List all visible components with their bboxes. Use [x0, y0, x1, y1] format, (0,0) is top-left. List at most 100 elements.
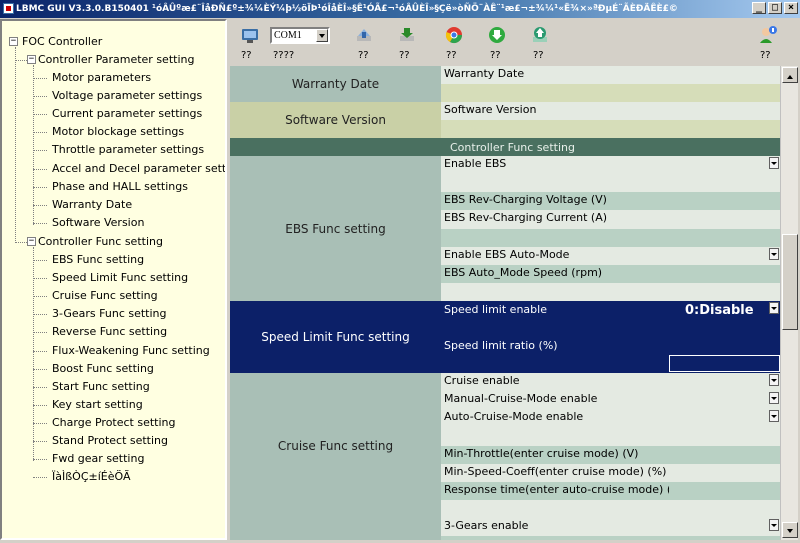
param-value-cell[interactable]	[669, 463, 780, 482]
param-label: Warranty Date	[444, 67, 525, 80]
tree-item[interactable]: Phase and HALL settings	[52, 180, 188, 194]
dropdown-arrow-icon[interactable]	[769, 374, 779, 386]
tree-item[interactable]: Fwd gear setting	[52, 452, 144, 466]
chevron-down-icon[interactable]	[316, 29, 328, 42]
param-value-cell	[669, 84, 780, 102]
param-value-cell	[669, 282, 780, 301]
speed-limit-ratio-input[interactable]	[669, 355, 780, 372]
tree-item[interactable]: Current parameter settings	[52, 107, 202, 121]
close-button[interactable]: ×	[784, 2, 798, 14]
speed-limit-ratio-cell	[669, 337, 780, 373]
tree-connector	[33, 222, 47, 224]
tree-item[interactable]: Motor parameters	[52, 71, 151, 85]
tree-item[interactable]: Charge Protect setting	[52, 416, 176, 430]
param-label-cell: Warranty Date	[441, 66, 669, 84]
param-value-cell[interactable]	[669, 373, 780, 392]
read-icon[interactable]	[354, 25, 374, 45]
param-label-cell	[441, 174, 669, 193]
tree-item[interactable]: ÏàÌßÒÇ±íÉèÖÃ	[52, 470, 130, 484]
param-label-cell: EBS Rev-Charging Voltage (V)	[441, 192, 669, 211]
dropdown-arrow-icon[interactable]	[769, 247, 779, 260]
param-value-cell	[669, 228, 780, 247]
tree-connector	[33, 404, 47, 406]
dropdown-arrow-icon[interactable]	[769, 392, 779, 405]
dropdown-arrow-icon[interactable]	[769, 302, 779, 314]
param-label-cell	[441, 427, 669, 446]
param-label-cell: 3-Gears enable	[441, 518, 669, 536]
tree-item[interactable]: Boost Func setting	[52, 362, 154, 376]
tree-connector	[33, 278, 47, 280]
tree-connector	[33, 422, 47, 424]
navigation-tree[interactable]: − FOC Controller − Controller Parameter …	[0, 19, 227, 540]
param-value-cell[interactable]	[669, 246, 780, 265]
tree-item[interactable]: Throttle parameter settings	[52, 143, 204, 157]
tree-root-label[interactable]: FOC Controller	[22, 35, 102, 49]
tree-item[interactable]: Speed Limit Func setting	[52, 271, 188, 285]
tree-connector	[33, 114, 47, 116]
param-label: EBS Auto_Mode Speed (rpm)	[444, 265, 603, 279]
com-port-select[interactable]: COM1	[270, 27, 330, 44]
maximize-button[interactable]: □	[768, 2, 782, 14]
tree-item[interactable]: Warranty Date	[52, 198, 132, 212]
param-label: Enable EBS	[444, 157, 507, 170]
param-value-cell[interactable]	[669, 518, 780, 536]
title-bar[interactable]: LBMC GUI V3.3.0.B150401 ¹óÂÛºæ£¨ÎåÐÑ£º±¾…	[0, 0, 800, 18]
param-value-cell[interactable]	[669, 192, 780, 211]
parameter-grid[interactable]: Warranty Date Warranty Date Software Versi…	[230, 66, 780, 540]
user-icon[interactable]	[758, 25, 778, 45]
param-value-cell[interactable]	[669, 210, 780, 229]
collapse-icon[interactable]: −	[27, 237, 36, 246]
param-value-cell[interactable]	[669, 391, 780, 410]
param-label: 3-Gears enable	[444, 519, 529, 532]
param-label: Speed limit ratio (%)	[444, 339, 558, 352]
chrome-icon[interactable]	[444, 25, 464, 45]
scroll-up-button[interactable]	[782, 67, 798, 83]
tree-item[interactable]: Flux-Weakening Func setting	[52, 344, 210, 358]
tree-connector	[33, 314, 47, 316]
tree-group-controller-parameter[interactable]: Controller Parameter setting	[38, 53, 194, 67]
group-label: EBS Func setting	[230, 156, 441, 301]
tree-item[interactable]: Reverse Func setting	[52, 325, 167, 339]
tree-item[interactable]: Key start setting	[52, 398, 143, 412]
tree-connector	[33, 459, 47, 461]
tree-item[interactable]: Cruise Func setting	[52, 289, 158, 303]
param-label-cell: Speed limit ratio (%)	[441, 337, 669, 373]
tree-item[interactable]: Accel and Decel parameter settings	[52, 162, 225, 176]
collapse-icon[interactable]: −	[9, 37, 18, 46]
group-label: Speed Limit Func setting	[230, 301, 441, 373]
param-value-cell[interactable]	[669, 102, 780, 120]
vertical-scrollbar[interactable]	[780, 66, 798, 540]
tree-item[interactable]: Motor blockage settings	[52, 125, 184, 139]
param-value-cell[interactable]	[669, 66, 780, 84]
group-label	[230, 518, 441, 540]
param-label: Min-Throttle(enter cruise mode) (V)	[444, 446, 639, 460]
tree-group-controller-func[interactable]: Controller Func setting	[38, 235, 163, 249]
minimize-button[interactable]: _	[752, 2, 766, 14]
download-icon[interactable]	[487, 25, 507, 45]
speed-limit-enable-select[interactable]: 0:Disable	[669, 301, 780, 337]
connect-icon[interactable]	[240, 25, 260, 45]
dropdown-arrow-icon[interactable]	[769, 519, 779, 531]
scroll-thumb[interactable]	[782, 234, 798, 330]
param-value-cell[interactable]	[669, 264, 780, 283]
tree-item[interactable]: Software Version	[52, 216, 144, 230]
param-value-cell[interactable]	[669, 156, 780, 175]
scroll-down-button[interactable]	[782, 522, 798, 538]
toolbar-caption: ??	[241, 50, 252, 61]
tree-item[interactable]: EBS Func setting	[52, 253, 144, 267]
tree-item[interactable]: Voltage parameter settings	[52, 89, 202, 103]
param-value-cell[interactable]	[669, 481, 780, 500]
tree-item[interactable]: Stand Protect setting	[52, 434, 168, 448]
tree-connector	[33, 386, 47, 388]
param-value-cell[interactable]	[669, 409, 780, 428]
write-icon[interactable]	[397, 25, 417, 45]
tree-item[interactable]: 3-Gears Func setting	[52, 307, 167, 321]
tree-connector	[15, 47, 16, 243]
dropdown-arrow-icon[interactable]	[769, 410, 779, 423]
collapse-icon[interactable]: −	[27, 55, 36, 64]
dropdown-arrow-icon[interactable]	[769, 157, 779, 169]
param-label-cell: Manual-Cruise-Mode enable	[441, 391, 669, 410]
param-value-cell[interactable]	[669, 445, 780, 464]
upload-icon[interactable]	[530, 25, 550, 45]
tree-item[interactable]: Start Func setting	[52, 380, 150, 394]
